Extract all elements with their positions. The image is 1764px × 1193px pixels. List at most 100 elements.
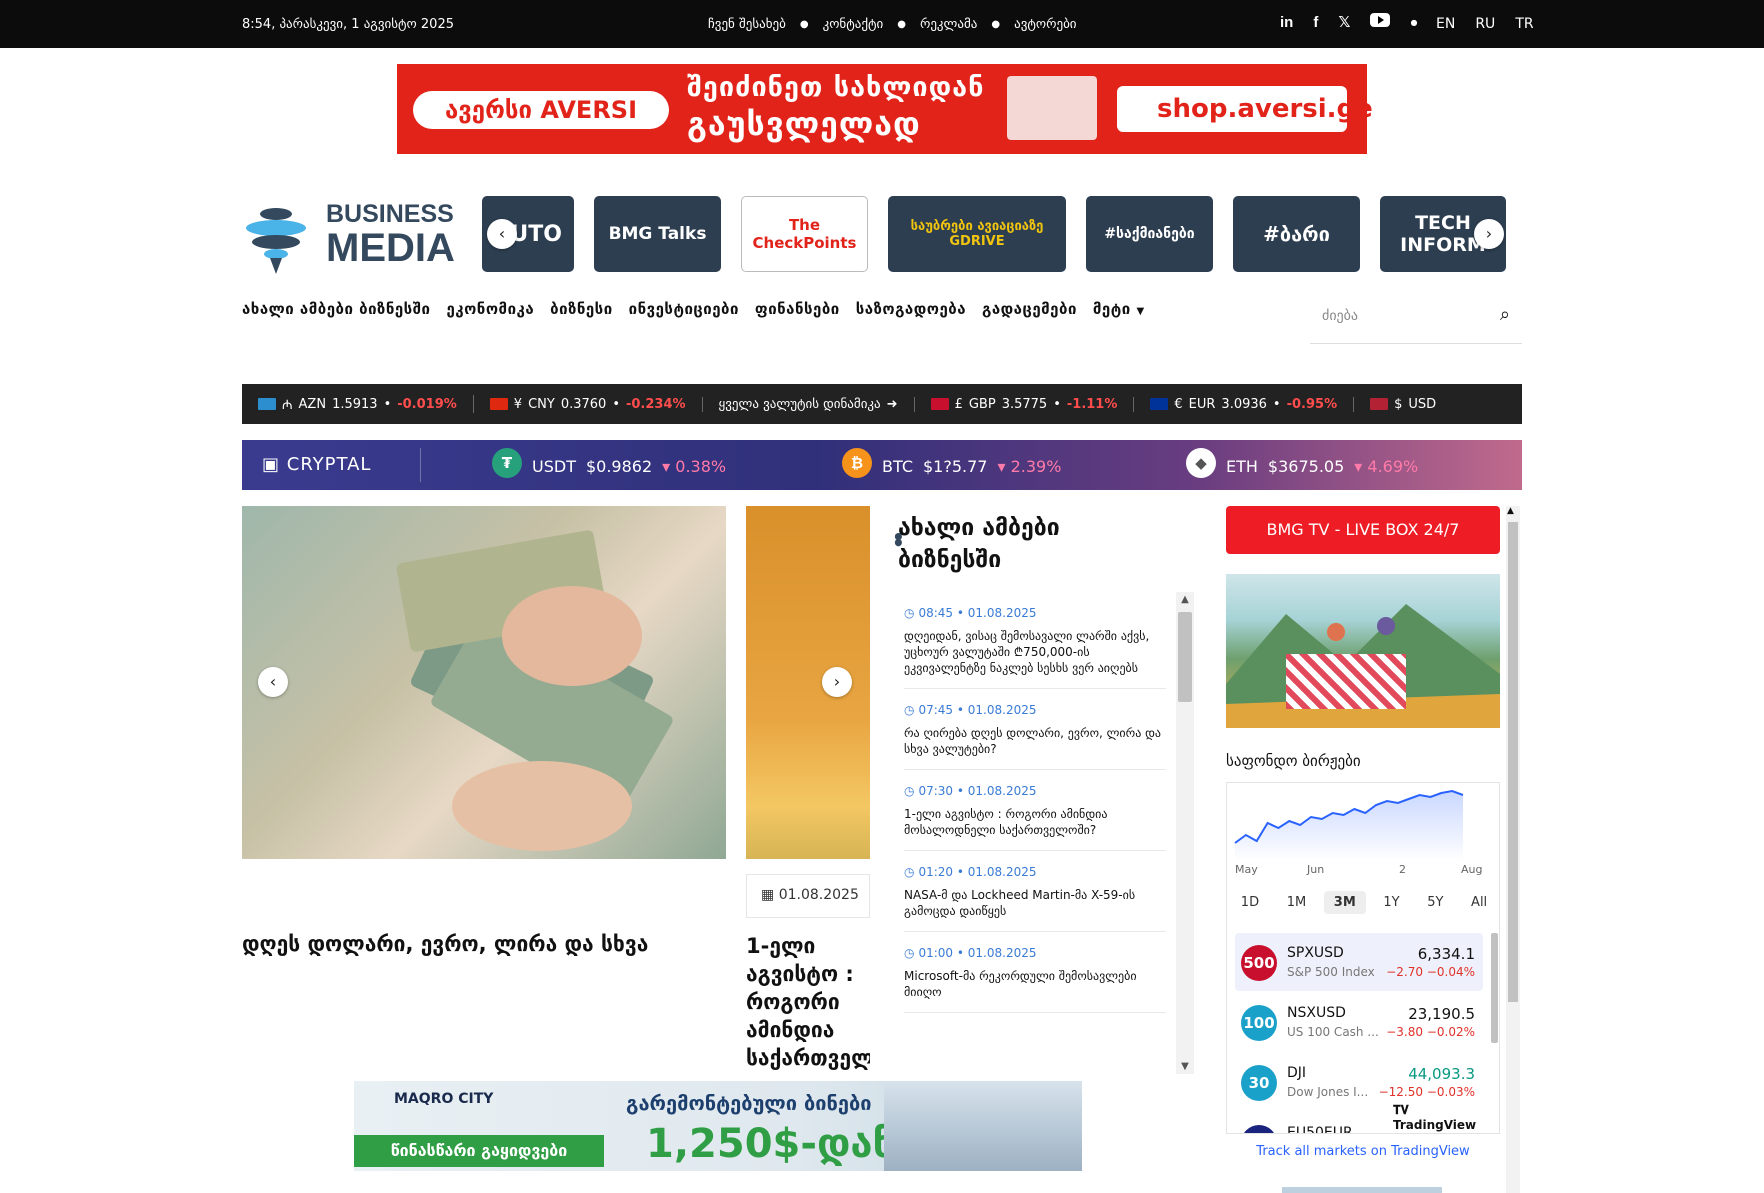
- search-icon[interactable]: ⌕: [1500, 304, 1510, 325]
- linkedin-icon[interactable]: in: [1280, 14, 1293, 31]
- ticker-item[interactable]: ₼ AZN 1.5913 • -0.019%: [242, 395, 474, 413]
- sidebar-scrollbar[interactable]: ▲: [1506, 506, 1520, 1193]
- currency-code: CNY: [528, 396, 555, 412]
- lang-en[interactable]: EN: [1436, 16, 1455, 32]
- range-tabs: 1D 1M 3M 1Y 5Y All: [1227, 891, 1499, 914]
- search-box[interactable]: ძიება ⌕: [1310, 296, 1522, 344]
- search-input[interactable]: ძიება: [1322, 308, 1358, 324]
- news-title[interactable]: დღეიდან, ვისაც შემოსავალი ლარში აქვს, უც…: [904, 628, 1166, 676]
- ticker-item[interactable]: ¥ CNY 0.3760 • -0.234%: [474, 396, 703, 412]
- track-markets-link[interactable]: Track all markets on TradingView: [1226, 1144, 1500, 1159]
- flag-icon: [930, 398, 949, 410]
- presale-label: წინასწარი გაყიდვები: [354, 1135, 604, 1167]
- link-about[interactable]: ჩვენ შესახებ: [708, 17, 786, 33]
- symbol-row[interactable]: 100 NSXUSD US 100 Cash ... 23,190.5 −3.8…: [1235, 993, 1483, 1051]
- news-title[interactable]: რა ღირება დღეს დოლარი, ევრო, ლირა და სხვ…: [904, 725, 1166, 757]
- scrollbar-thumb[interactable]: [1178, 612, 1192, 702]
- facebook-icon[interactable]: f: [1313, 14, 1318, 31]
- range-1m[interactable]: 1M: [1277, 891, 1317, 914]
- range-3m[interactable]: 3M: [1323, 891, 1366, 914]
- slider-image-money[interactable]: [242, 506, 726, 859]
- nav-finance[interactable]: ფინანსები: [755, 300, 840, 318]
- nav-business[interactable]: ბიზნესი: [550, 300, 613, 318]
- coin-change-value: 2.39%: [1010, 457, 1062, 476]
- link-contact[interactable]: კონტაქტი: [823, 17, 884, 33]
- link-authors[interactable]: ავტორები: [1014, 17, 1076, 33]
- symbols-scrollbar[interactable]: [1491, 933, 1498, 1043]
- range-1y[interactable]: 1Y: [1373, 891, 1409, 914]
- news-title[interactable]: Microsoft-მა რეკორდული შემოსავლები მიიღო: [904, 968, 1166, 1000]
- news-item[interactable]: ◷ 01:20 • 01.08.2025 NASA-მ და Lockheed M…: [904, 851, 1166, 932]
- project-bari[interactable]: #ბარი: [1233, 196, 1360, 272]
- news-time: ◷ 07:30 • 01.08.2025: [904, 784, 1166, 798]
- live-tv-button[interactable]: BMG TV - LIVE BOX 24/7: [1226, 506, 1500, 554]
- news-item[interactable]: ◷ 01:00 • 01.08.2025 Microsoft-მა რეკორდუ…: [904, 932, 1166, 1013]
- project-saqmianebi[interactable]: #საქმიანები: [1086, 196, 1213, 272]
- nav-more[interactable]: მეტი ▼: [1093, 300, 1145, 318]
- symbol-change-pct: −0.03%: [1426, 1085, 1475, 1099]
- all-currencies-label: ყველა ვალუტის დინამიკა: [718, 396, 881, 412]
- lang-tr[interactable]: TR: [1515, 16, 1533, 32]
- symbol-name: S&P 500 Index: [1287, 965, 1375, 979]
- ticker-item[interactable]: £ GBP 3.5775 • -1.11%: [915, 396, 1135, 412]
- project-aviation-gdrive[interactable]: საუბრები ავიაციაზე GDRIVE: [888, 196, 1066, 272]
- x-icon[interactable]: 𝕏: [1338, 13, 1350, 31]
- symbol-change-abs: −12.50: [1378, 1085, 1423, 1099]
- link-advertising[interactable]: რეკლამა: [920, 17, 977, 33]
- news-item[interactable]: ◷ 07:30 • 01.08.2025 1-ელი აგვისტო : როგო…: [904, 770, 1166, 851]
- maqro-logo: MAQRO CITY: [394, 1091, 494, 1107]
- bmg-tv-thumbnail[interactable]: [1226, 574, 1500, 728]
- scroll-up-icon[interactable]: ▲: [1176, 594, 1194, 605]
- coin-change-value: 4.69%: [1367, 457, 1419, 476]
- currency-symbol: $: [1394, 396, 1403, 412]
- range-all[interactable]: All: [1461, 891, 1497, 914]
- cryptal-label: CRYPTAL: [286, 454, 372, 475]
- nav-society[interactable]: საზოგადოება: [856, 300, 966, 318]
- nav-economy[interactable]: ეკონომიკა: [446, 300, 534, 318]
- ad-bottom-price: 1,250$-დან: [646, 1121, 896, 1167]
- carousel-next-button[interactable]: ›: [1474, 219, 1504, 249]
- logo-line2: MEDIA: [326, 226, 455, 270]
- news-item[interactable]: ◷ 08:45 • 01.08.2025 დღეიდან, ვისაც შემოს…: [904, 592, 1166, 689]
- crypto-eth: ◆ ETH $3675.05 ▾ 4.69%: [1186, 448, 1419, 478]
- nav-shows[interactable]: გადაცემები: [982, 300, 1077, 318]
- nav-business-news[interactable]: ახალი ამბები ბიზნესში: [242, 300, 430, 318]
- news-time-value: 01:00 • 01.08.2025: [918, 946, 1037, 960]
- slide-caption-2[interactable]: 1-ელი აგვისტო : როგორი ამინდია საქართველ…: [746, 932, 870, 1072]
- scroll-down-icon[interactable]: ▼: [1176, 1061, 1194, 1072]
- crypto-ticker[interactable]: ▣ CRYPTAL ₮ USDT $0.9862 ▾ 0.38% ₿ BTC $…: [242, 440, 1522, 490]
- maqro-city-banner-ad[interactable]: MAQRO CITY წინასწარი გაყიდვები გარემონტე…: [354, 1081, 1082, 1171]
- coin-price: $3675.05: [1267, 457, 1345, 476]
- news-title[interactable]: 1-ელი აგვისტო : როგორი ამინდია მოსალოდნე…: [904, 806, 1166, 838]
- slider-prev-button[interactable]: ‹: [258, 667, 288, 697]
- bitcoin-icon: ₿: [842, 448, 872, 478]
- slider-next-button[interactable]: ›: [822, 667, 852, 697]
- news-item[interactable]: ◷ 07:45 • 01.08.2025 რა ღირება დღეს დოლარ…: [904, 689, 1166, 770]
- project-bmg-talks[interactable]: BMG Talks: [594, 196, 721, 272]
- news-scrollbar[interactable]: ▲ ▼: [1176, 592, 1194, 1074]
- ticker-item[interactable]: $ USD: [1354, 397, 1452, 412]
- youtube-icon[interactable]: [1370, 13, 1391, 31]
- all-currencies-link[interactable]: ყველა ვალუტის დინამიკა ➜: [703, 396, 915, 412]
- flag-icon: [1370, 398, 1389, 410]
- nav-investments[interactable]: ინვესტიციები: [629, 300, 739, 318]
- slide-caption-1[interactable]: დღეს დოლარი, ევრო, ლირა და სხვა: [242, 932, 726, 956]
- project-checkpoints[interactable]: The CheckPoints: [741, 196, 868, 272]
- clock-icon: ◷: [904, 703, 915, 717]
- tradingview-logo[interactable]: 𝐓𝐕 TradingView: [1387, 1101, 1499, 1133]
- range-5y[interactable]: 5Y: [1417, 891, 1453, 914]
- lang-ru[interactable]: RU: [1475, 16, 1495, 32]
- scroll-up-icon[interactable]: ▲: [1507, 506, 1514, 516]
- currency-change: -1.11%: [1066, 396, 1118, 412]
- tradingview-widget[interactable]: May Jun 2 Aug 1D 1M 3M 1Y 5Y All 500 SPX…: [1226, 782, 1500, 1134]
- scrollbar-thumb[interactable]: [1508, 522, 1518, 1002]
- news-title[interactable]: NASA-მ და Lockheed Martin-მა X-59-ის გამ…: [904, 887, 1166, 919]
- range-1d[interactable]: 1D: [1231, 891, 1269, 914]
- ticker-item[interactable]: € EUR 3.0936 • -0.95%: [1134, 396, 1355, 412]
- ad-headline: შეიძინეთ სახლიდან გაუსვლელად: [687, 70, 984, 142]
- coin-change: ▾ 0.38%: [662, 457, 727, 476]
- carousel-prev-button[interactable]: ‹: [487, 219, 517, 249]
- site-logo[interactable]: BUSINESS MEDIA: [240, 194, 455, 274]
- symbol-row[interactable]: 500 SPXUSD S&P 500 Index 6,334.1 −2.70 −…: [1235, 933, 1483, 991]
- aversi-banner-ad[interactable]: ავერსი AVERSI შეიძინეთ სახლიდან გაუსვლელ…: [397, 64, 1373, 154]
